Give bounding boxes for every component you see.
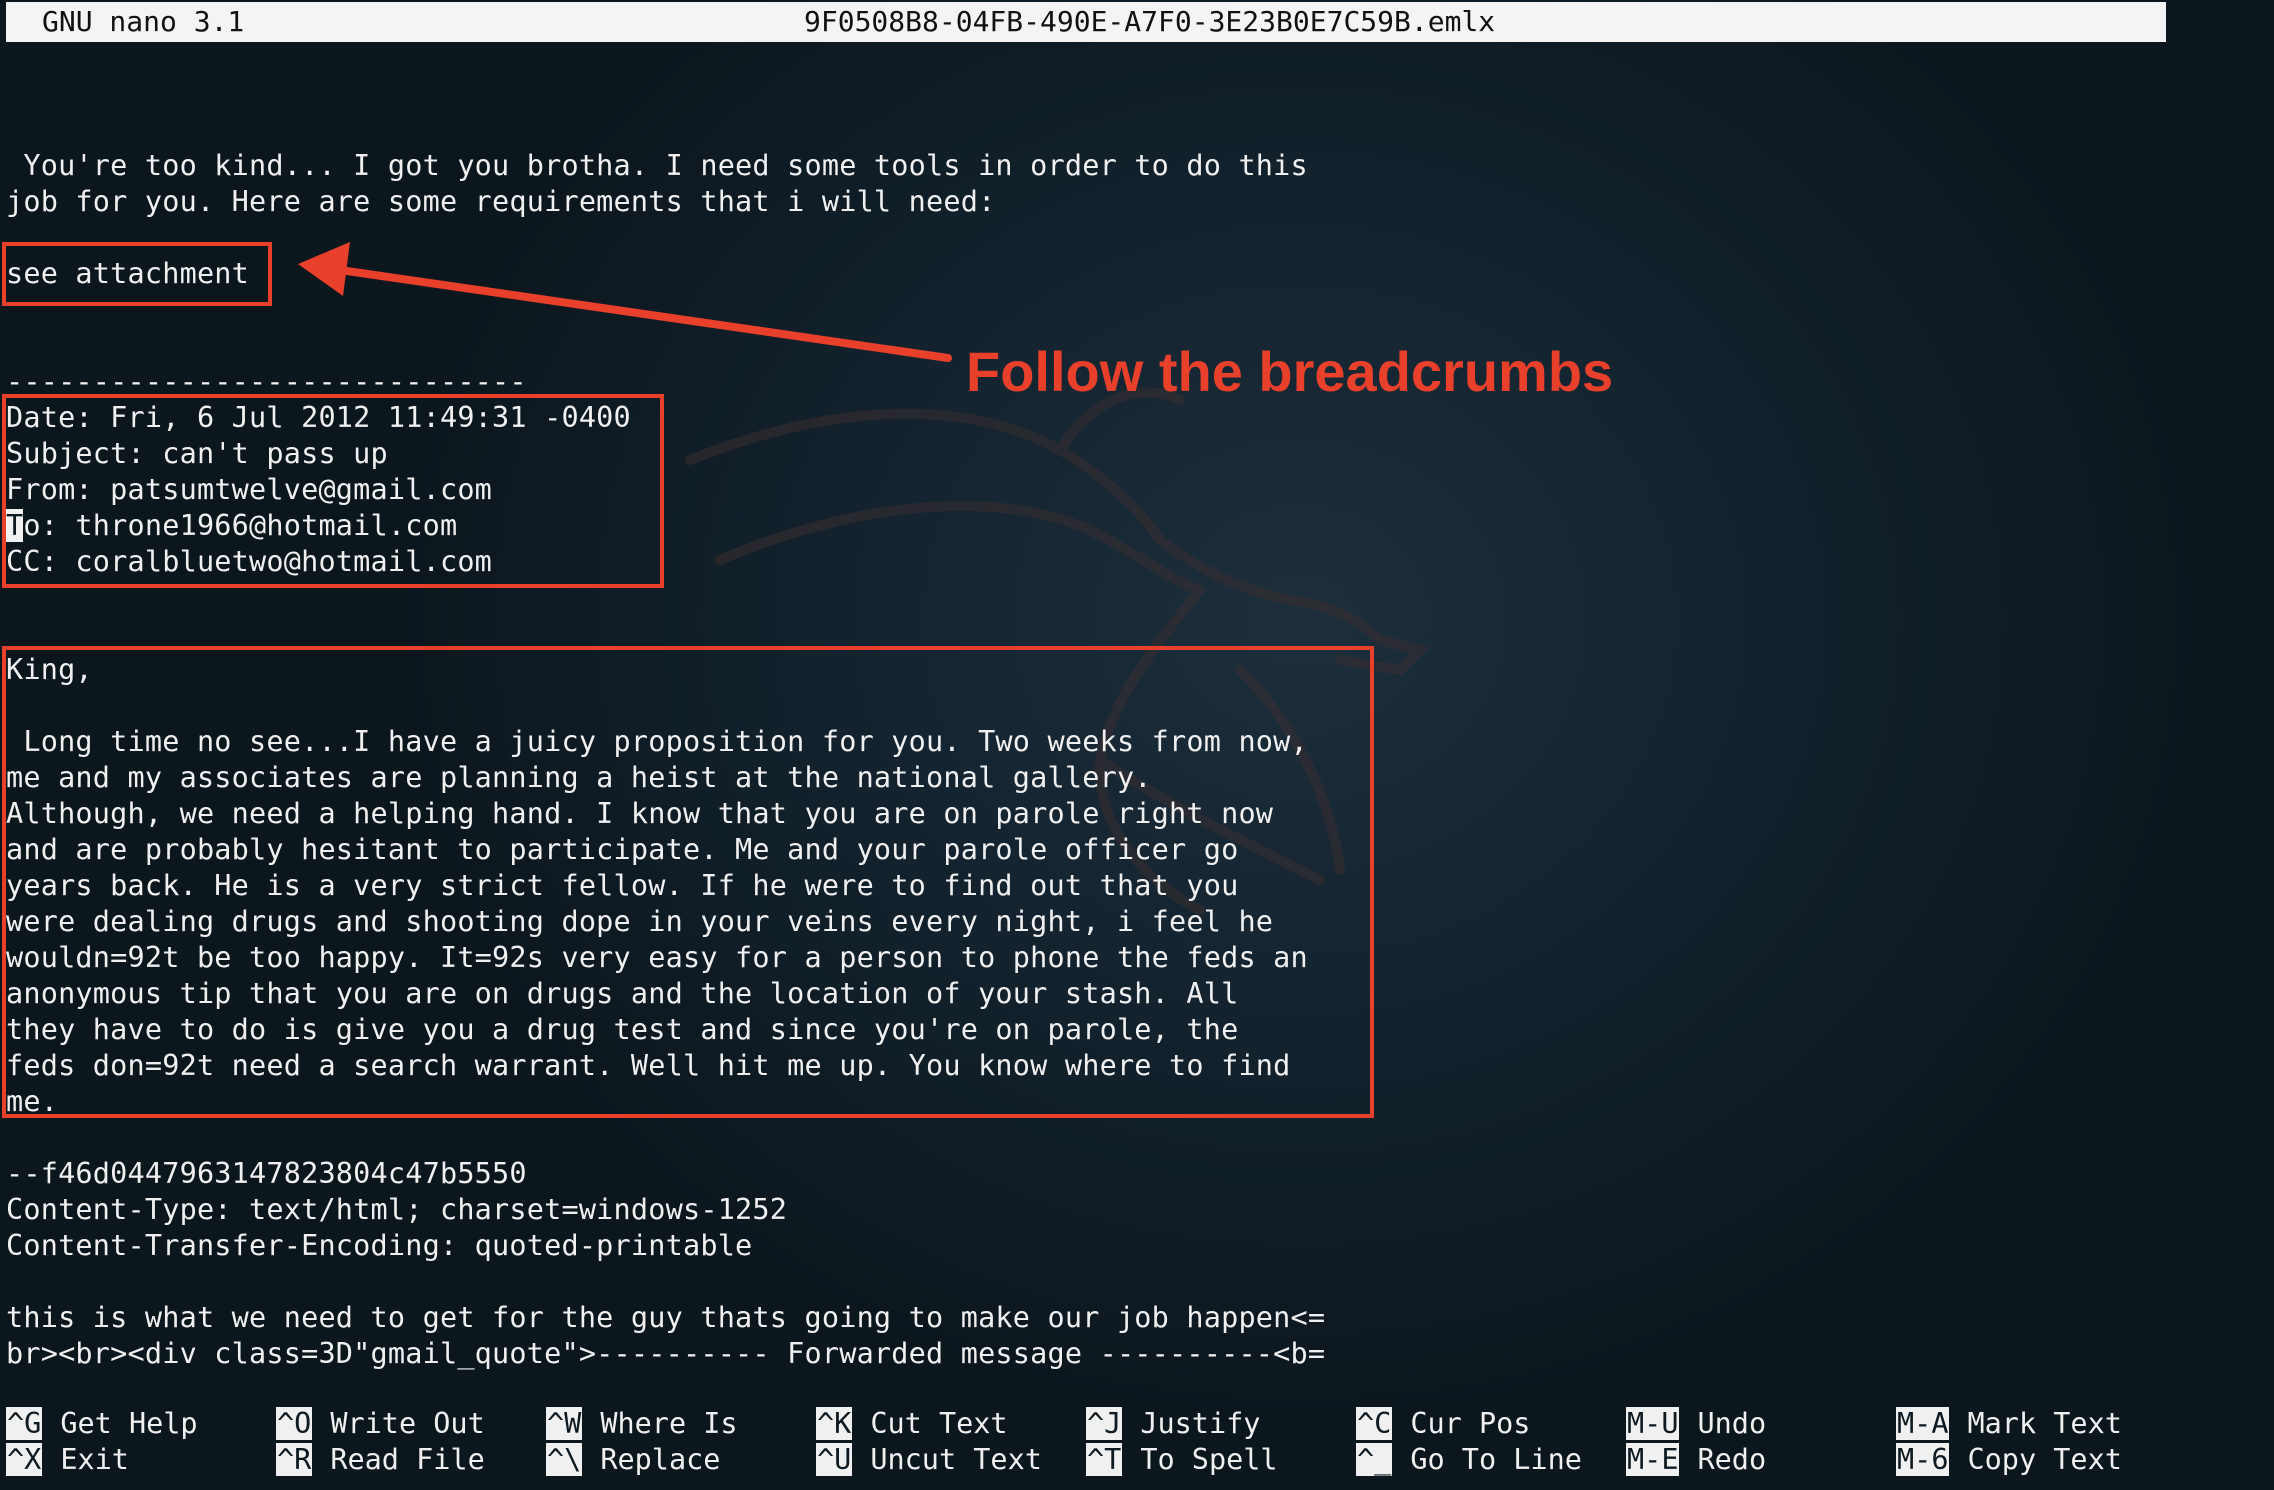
shortcut-key: ^O — [276, 1407, 313, 1440]
shortcut-key: ^X — [6, 1443, 43, 1476]
text-line: br><br><div class=3D"gmail_quote">------… — [6, 1337, 1326, 1370]
shortcut-key: ^J — [1086, 1407, 1123, 1440]
shortcut-key: M-E — [1626, 1443, 1680, 1476]
shortcut-key: ^W — [546, 1407, 583, 1440]
shortcut-key: ^U — [816, 1443, 853, 1476]
highlight-box-body — [2, 646, 1374, 1118]
shortcut-write-out[interactable]: ^O Write Out — [276, 1406, 485, 1442]
shortcut-key: M-6 — [1896, 1443, 1950, 1476]
shortcut-label: Exit — [60, 1443, 129, 1476]
highlight-box-attachment — [2, 242, 272, 306]
shortcut-key: M-A — [1896, 1407, 1950, 1440]
shortcut-key: ^\ — [546, 1443, 583, 1476]
shortcut-label: Go To Line — [1410, 1443, 1582, 1476]
shortcut-label: Mark Text — [1967, 1407, 2122, 1440]
shortcut-key: ^G — [6, 1407, 43, 1440]
highlight-box-headers — [2, 394, 664, 588]
shortcut-label: Cur Pos — [1410, 1407, 1531, 1440]
shortcut-key: M-U — [1626, 1407, 1680, 1440]
app-name: GNU nano 3.1 — [42, 5, 245, 38]
shortcut-label: Write Out — [330, 1407, 485, 1440]
shortcut-label: Uncut Text — [870, 1443, 1042, 1476]
shortcut-label: Read File — [330, 1443, 485, 1476]
shortcut-to-spell[interactable]: ^T To Spell — [1086, 1442, 1278, 1478]
shortcut-cur-pos[interactable]: ^C Cur Pos — [1356, 1406, 1530, 1442]
shortcut-justify[interactable]: ^J Justify — [1086, 1406, 1260, 1442]
file-name: 9F0508B8-04FB-490E-A7F0-3E23B0E7C59B.eml… — [804, 5, 1496, 38]
shortcut-mark-text[interactable]: M-A Mark Text — [1896, 1406, 2122, 1442]
shortcut-label: Cut Text — [870, 1407, 1008, 1440]
nano-title-bar: GNU nano 3.1 9F0508B8-04FB-490E-A7F0-3E2… — [6, 2, 2166, 42]
shortcut-key: ^T — [1086, 1443, 1123, 1476]
shortcut-where-is[interactable]: ^W Where Is — [546, 1406, 738, 1442]
shortcut-label: Get Help — [60, 1407, 198, 1440]
shortcut-key: ^_ — [1356, 1443, 1393, 1476]
shortcut-replace[interactable]: ^\ Replace — [546, 1442, 720, 1478]
text-line: You're too kind... I got you brotha. I n… — [6, 149, 1308, 182]
shortcut-copy-text[interactable]: M-6 Copy Text — [1896, 1442, 2122, 1478]
shortcut-key: ^R — [276, 1443, 313, 1476]
shortcut-label: Copy Text — [1967, 1443, 2122, 1476]
shortcut-undo[interactable]: M-U Undo — [1626, 1406, 1766, 1442]
shortcut-label: Replace — [600, 1443, 721, 1476]
text-line: job for you. Here are some requirements … — [6, 185, 996, 218]
shortcut-cut-text[interactable]: ^K Cut Text — [816, 1406, 1008, 1442]
shortcut-label: Justify — [1140, 1407, 1261, 1440]
annotation-label: Follow the breadcrumbs — [966, 340, 1614, 403]
shortcut-key: ^K — [816, 1407, 853, 1440]
shortcut-label: Undo — [1697, 1407, 1767, 1440]
shortcut-label: Redo — [1697, 1443, 1767, 1476]
text-line: this is what we need to get for the guy … — [6, 1301, 1326, 1334]
content-encoding-header: Content-Transfer-Encoding: quoted-printa… — [6, 1229, 753, 1262]
shortcut-exit[interactable]: ^X Exit — [6, 1442, 129, 1478]
terminal-screen: GNU nano 3.1 9F0508B8-04FB-490E-A7F0-3E2… — [0, 0, 2274, 1490]
shortcut-key: ^C — [1356, 1407, 1393, 1440]
mime-boundary: --f46d0447963147823804c47b5550 — [6, 1157, 527, 1190]
shortcut-redo[interactable]: M-E Redo — [1626, 1442, 1766, 1478]
shortcut-go-to-line[interactable]: ^_ Go To Line — [1356, 1442, 1582, 1478]
content-type-header: Content-Type: text/html; charset=windows… — [6, 1193, 788, 1226]
shortcut-label: Where Is — [600, 1407, 738, 1440]
shortcut-read-file[interactable]: ^R Read File — [276, 1442, 485, 1478]
shortcut-label: To Spell — [1140, 1443, 1278, 1476]
shortcut-get-help[interactable]: ^G Get Help — [6, 1406, 198, 1442]
shortcut-uncut-text[interactable]: ^U Uncut Text — [816, 1442, 1042, 1478]
